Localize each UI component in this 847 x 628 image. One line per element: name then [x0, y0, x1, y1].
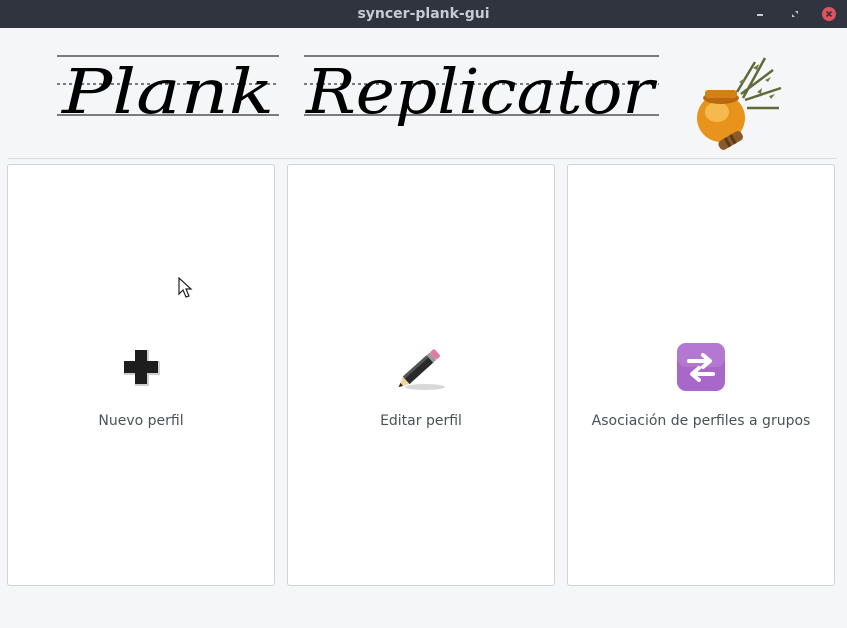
new-profile-label: Nuevo perfil [98, 413, 184, 429]
window-titlebar[interactable]: syncer-plank-gui [0, 0, 847, 28]
plank-replicator-logo: Plank Replicator [57, 55, 782, 150]
pencil-icon [398, 349, 445, 390]
profile-group-association-button[interactable]: Asociación de perfiles a grupos [567, 164, 835, 586]
logo-word-replicator: Replicator [305, 55, 658, 128]
minimize-icon[interactable] [752, 6, 768, 22]
banner-divider [8, 158, 837, 159]
profile-group-association-label: Asociación de perfiles a grupos [591, 413, 811, 429]
window-title: syncer-plank-gui [357, 6, 490, 22]
honey-pot-icon [697, 57, 782, 150]
edit-profile-label: Editar perfil [380, 413, 462, 429]
mouse-cursor-icon [178, 277, 193, 298]
app-banner: Plank Replicator [0, 28, 847, 158]
close-icon[interactable] [821, 6, 837, 22]
plus-icon [124, 350, 160, 386]
edit-profile-button[interactable]: Editar perfil [287, 164, 555, 586]
new-profile-button[interactable]: Nuevo perfil [7, 164, 275, 586]
swap-arrows-icon [677, 343, 725, 391]
maximize-icon[interactable] [787, 6, 803, 22]
logo-word-plank: Plank [61, 55, 274, 128]
